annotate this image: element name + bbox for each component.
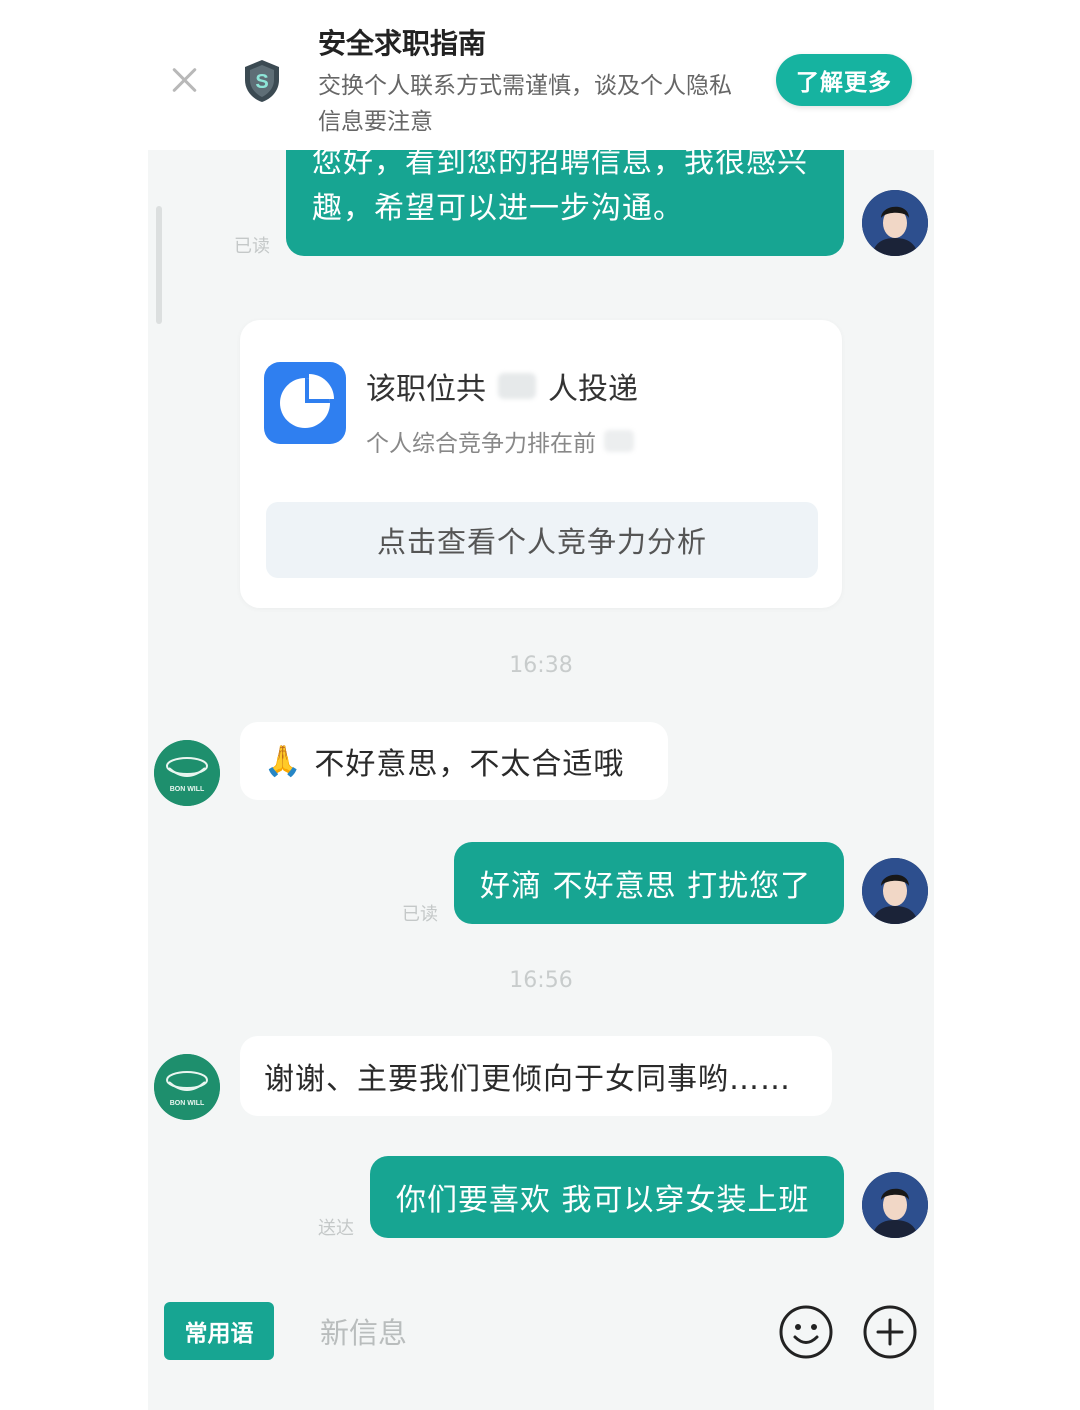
svg-text:BON WILL: BON WILL: [170, 1100, 205, 1107]
incoming-message[interactable]: 谢谢、主要我们更倾向于女同事哟……: [240, 1036, 832, 1116]
outgoing-message[interactable]: 你们要喜欢 我可以穿女装上班: [370, 1156, 844, 1238]
avatar[interactable]: BON WILL: [154, 740, 220, 806]
outgoing-message[interactable]: 好滴 不好意思 打扰您了: [454, 842, 844, 924]
message-text-line: 趣，希望可以进一步沟通。: [312, 191, 684, 226]
close-icon[interactable]: [168, 64, 200, 96]
card-subtitle-text: 个人综合竞争力排在前: [366, 431, 596, 457]
message-input[interactable]: [318, 1312, 742, 1354]
read-status: 已读: [402, 904, 438, 925]
competitiveness-card: 该职位共 人投递 个人综合竞争力排在前 点击查看个人竞争力分析: [240, 320, 842, 608]
company-logo-icon: BON WILL: [154, 740, 220, 806]
incoming-message[interactable]: 🙏 不好意思，不太合适哦: [240, 722, 668, 800]
plus-icon[interactable]: [862, 1304, 918, 1360]
card-title: 该职位共 人投递: [366, 364, 638, 408]
card-subtitle: 个人综合竞争力排在前: [366, 424, 634, 458]
praying-hands-icon: 🙏: [264, 743, 303, 779]
card-title-suffix: 人投递: [548, 372, 638, 407]
delivered-status: 送达: [318, 1218, 354, 1239]
blurred-rank: [604, 430, 634, 452]
avatar[interactable]: BON WILL: [154, 1054, 220, 1120]
shield-icon: S: [245, 60, 279, 102]
avatar[interactable]: [862, 1172, 928, 1238]
company-logo-icon: BON WILL: [154, 1054, 220, 1120]
learn-more-button[interactable]: 了解更多: [776, 54, 912, 106]
avatar[interactable]: [862, 190, 928, 256]
message-text: 不好意思，不太合适哦: [314, 747, 625, 782]
card-title-prefix: 该职位共: [366, 372, 486, 407]
input-bar: 常用语: [148, 1282, 934, 1410]
avatar[interactable]: [862, 858, 928, 924]
smiley-icon[interactable]: [778, 1304, 834, 1360]
common-phrases-button[interactable]: 常用语: [164, 1302, 274, 1360]
message-text-line: 您好，看到您的招聘信息，我很感兴: [312, 150, 808, 180]
banner-description: 交换个人联系方式需谨慎，谈及个人隐私信息要注意: [318, 73, 732, 135]
scroll-indicator[interactable]: [156, 206, 162, 324]
safety-banner: S 安全求职指南 交换个人联系方式需谨慎，谈及个人隐私信息要注意 了解更多: [0, 0, 1080, 150]
blurred-count: [498, 373, 536, 399]
message-text: 谢谢、主要我们更倾向于女同事哟……: [264, 1062, 791, 1097]
outgoing-message[interactable]: 您好，看到您的招聘信息，我很感兴 趣，希望可以进一步沟通。: [286, 150, 844, 256]
timestamp: 16:38: [509, 653, 573, 678]
pie-chart-icon: [264, 362, 346, 444]
chat-area[interactable]: 您好，看到您的招聘信息，我很感兴 趣，希望可以进一步沟通。 已读 该职位共 人投…: [148, 150, 934, 1410]
user-avatar-icon: [862, 190, 928, 256]
user-avatar-icon: [862, 1172, 928, 1238]
user-avatar-icon: [862, 858, 928, 924]
competitiveness-analysis-button[interactable]: 点击查看个人竞争力分析: [266, 502, 818, 578]
timestamp: 16:56: [509, 968, 573, 993]
svg-text:S: S: [255, 71, 268, 93]
message-text: 你们要喜欢 我可以穿女装上班: [396, 1183, 810, 1218]
banner-title: 安全求职指南: [318, 27, 487, 60]
read-status: 已读: [234, 236, 270, 257]
svg-text:BON WILL: BON WILL: [170, 786, 205, 793]
message-text: 好滴 不好意思 打扰您了: [480, 869, 812, 904]
